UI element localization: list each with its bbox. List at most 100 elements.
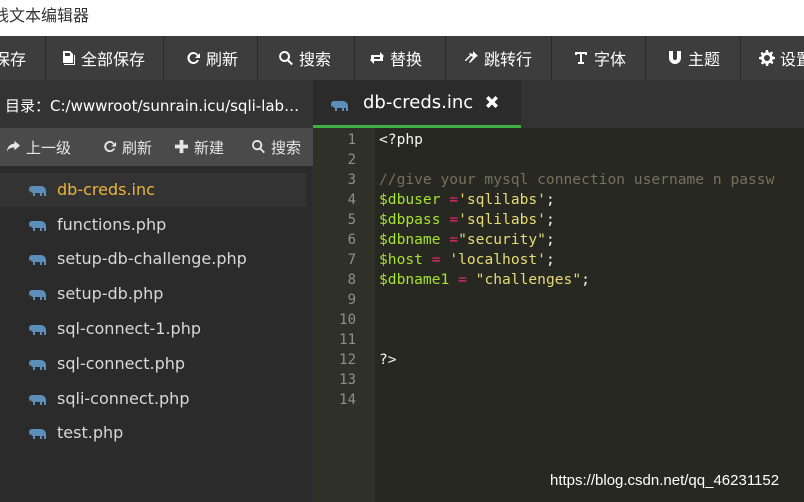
close-icon[interactable] — [483, 93, 501, 111]
line-number: 7 — [347, 252, 356, 268]
jump-icon — [462, 49, 480, 67]
php-elephant-icon — [29, 392, 47, 406]
php-elephant-icon — [29, 287, 47, 301]
line-number: 11 — [339, 332, 356, 348]
file-item-sql-connect[interactable]: sql-connect.php — [0, 347, 306, 381]
save-all-button[interactable]: 全部保存 — [46, 36, 164, 80]
file-item-sqli-connect[interactable]: sqli-connect.php — [0, 382, 306, 416]
line-number: 10 — [339, 312, 356, 328]
refresh-icon — [184, 49, 202, 67]
file-name: sql-connect-1.php — [57, 319, 201, 338]
file-name: sql-connect.php — [57, 354, 186, 373]
line-number: 5 — [347, 212, 356, 228]
watermark-text: https://blog.csdn.net/qq_46231152 — [550, 472, 780, 489]
search-icon — [277, 49, 295, 67]
code-variable: $dbpass — [379, 211, 441, 228]
php-elephant-icon — [29, 426, 47, 440]
sidebar-actions: 上一级 刷新 新建 搜索 — [0, 128, 313, 166]
line-number-gutter: 1 2 3 4 5 6 7 8 9 10 11 12 13 14 — [313, 128, 375, 502]
sidebar-refresh-label: 刷新 — [122, 138, 153, 157]
save-button[interactable]: 保存 — [0, 36, 46, 80]
code-string: 'sqlilabs' — [458, 191, 546, 208]
php-elephant-icon — [29, 218, 47, 232]
php-elephant-icon — [331, 97, 349, 111]
title-bar: 线文本编辑器 — [0, 0, 804, 36]
file-item-functions[interactable]: functions.php — [0, 208, 306, 242]
code-variable: $dbname — [379, 231, 441, 248]
file-item-setup-db[interactable]: setup-db.php — [0, 277, 306, 311]
line-number: 1 — [347, 132, 356, 148]
file-name: setup-db-challenge.php — [57, 249, 247, 268]
sidebar-refresh-button[interactable]: 刷新 — [102, 128, 152, 166]
file-name: test.php — [57, 423, 124, 442]
theme-button[interactable]: 主题 — [646, 36, 741, 80]
sidebar-search-button[interactable]: 搜索 — [251, 128, 301, 166]
refresh-button[interactable]: 刷新 — [164, 36, 258, 80]
theme-label: 主题 — [688, 50, 721, 69]
line-number: 14 — [339, 392, 356, 408]
code-string: "security" — [458, 231, 546, 248]
jump-line-label: 跳转行 — [484, 50, 533, 69]
replace-label: 替换 — [390, 50, 423, 69]
code-line-6: $dbname ="security"; — [379, 230, 555, 250]
line-number: 4 — [347, 192, 356, 208]
code-line-3: //give your mysql connection username n … — [379, 170, 774, 190]
line-number: 13 — [339, 372, 356, 388]
parent-dir-button[interactable]: 上一级 — [6, 128, 71, 166]
sidebar-search-label: 搜索 — [271, 138, 302, 157]
font-icon — [572, 49, 590, 67]
php-elephant-icon — [29, 183, 47, 197]
new-file-label: 新建 — [194, 138, 225, 157]
php-elephant-icon — [29, 357, 47, 371]
file-item-test[interactable]: test.php — [0, 416, 306, 450]
parent-dir-label: 上一级 — [26, 138, 72, 157]
code-variable: $host — [379, 251, 423, 268]
settings-label: 设置 — [780, 50, 804, 69]
code-line-5: $dbpass ='sqlilabs'; — [379, 210, 555, 230]
theme-icon — [666, 49, 684, 67]
file-item-setup-db-challenge[interactable]: setup-db-challenge.php — [0, 242, 306, 276]
settings-button[interactable]: 设置 — [741, 36, 804, 80]
tab-db-creds[interactable]: db-creds.inc — [313, 80, 521, 128]
file-name: sqli-connect.php — [57, 389, 190, 408]
code-line-8: $dbname1 = "challenges"; — [379, 270, 590, 290]
save-all-label: 全部保存 — [81, 50, 146, 69]
file-name: setup-db.php — [57, 284, 164, 303]
code-comment: //give your mysql connection username n … — [379, 171, 775, 188]
replace-button[interactable]: 替换 — [355, 36, 446, 80]
line-number: 6 — [347, 232, 356, 248]
line-number: 2 — [347, 152, 356, 168]
code-punct: ; — [545, 211, 555, 228]
code-editor[interactable]: <?php //give your mysql connection usern… — [375, 128, 804, 502]
search-button[interactable]: 搜索 — [258, 36, 355, 80]
directory-path: 目录：C:/wwwroot/sunrain.icu/sqli-labs... — [5, 97, 305, 115]
code-line-12: ?> — [379, 350, 397, 370]
code-line-7: $host = 'localhost'; — [379, 250, 555, 270]
code-string: "challenges" — [466, 271, 582, 288]
php-open-tag: <?php — [379, 131, 423, 148]
code-operator: = — [449, 211, 459, 228]
save-label: 保存 — [0, 50, 27, 69]
file-name: db-creds.inc — [57, 180, 155, 199]
php-elephant-icon — [29, 322, 47, 336]
file-item-sql-connect-1[interactable]: sql-connect-1.php — [0, 312, 306, 346]
line-number: 12 — [339, 352, 356, 368]
code-punct: ; — [545, 251, 555, 268]
code-variable: $dbuser — [379, 191, 441, 208]
code-string: 'sqlilabs' — [458, 211, 546, 228]
code-operator: = — [458, 271, 467, 288]
tab-label: db-creds.inc — [363, 92, 474, 113]
font-button[interactable]: 字体 — [552, 36, 646, 80]
refresh-icon — [102, 139, 118, 155]
replace-icon — [368, 49, 386, 67]
directory-bar: 目录：C:/wwwroot/sunrain.icu/sqli-labs... — [0, 80, 313, 128]
new-file-button[interactable]: 新建 — [174, 128, 224, 166]
line-number: 9 — [347, 292, 356, 308]
arrow-up-icon — [6, 139, 22, 155]
jump-line-button[interactable]: 跳转行 — [446, 36, 552, 80]
file-item-db-creds[interactable]: db-creds.inc — [0, 173, 306, 207]
